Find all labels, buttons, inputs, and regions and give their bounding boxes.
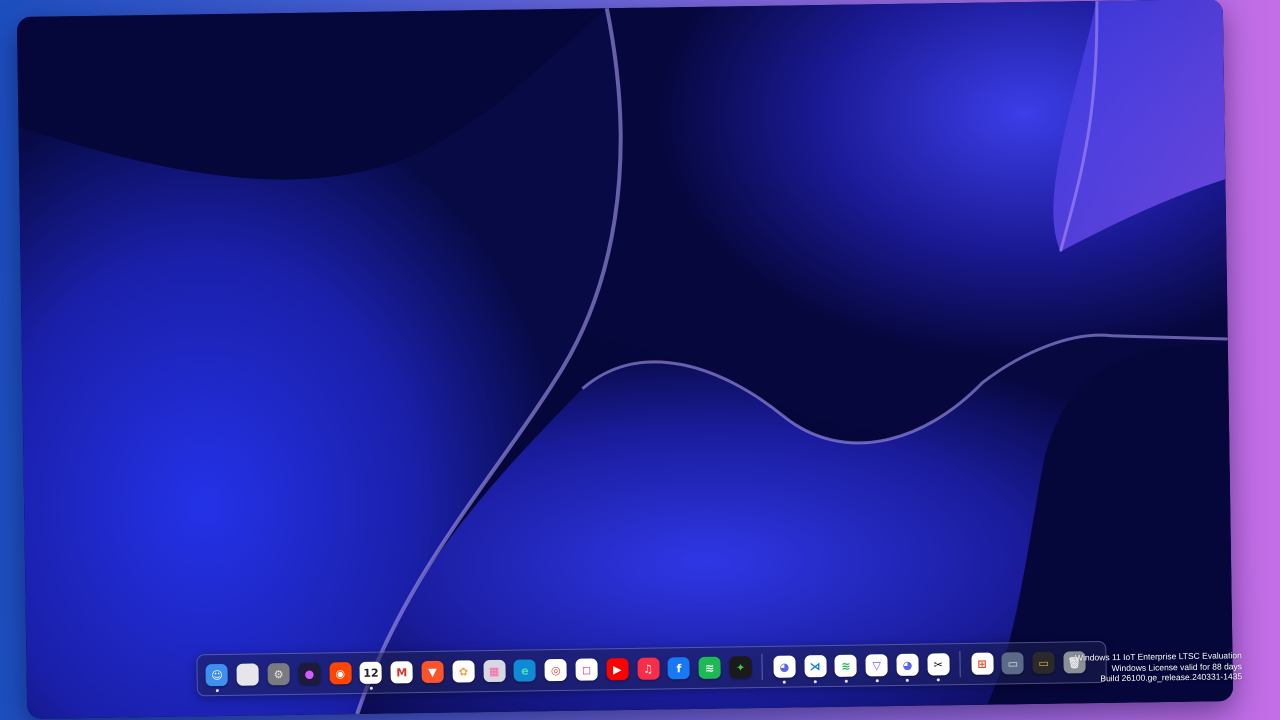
instagram-icon[interactable]: ◻ [575, 658, 598, 681]
discord-icon[interactable]: ◕ [896, 653, 919, 677]
dock-item[interactable]: ● [294, 653, 325, 693]
facebook-icon[interactable]: f [667, 657, 691, 680]
finder-icon[interactable]: ☺ [205, 663, 229, 687]
dock-item[interactable]: ◕ [769, 646, 800, 686]
dock-item[interactable]: ⊞ [966, 644, 997, 684]
dock-item[interactable]: ▼ [417, 652, 448, 692]
running-indicator [844, 679, 848, 683]
launchpad-icon[interactable] [236, 663, 259, 686]
desktop-screen: ☺ ⚙ ● ◉ 12 M ▼ ✿ ▦ e ◎ ◻ ▶ ♫ f ≋ ✦ ◕ ⋊ ≋ ▽ ◕ ✂ ⊞ ▭ ▭ 🗑 [16, 0, 1234, 719]
running-indicator [783, 680, 787, 684]
running-indicator [215, 689, 219, 693]
dock-item[interactable]: ▶ [602, 649, 633, 689]
siri-icon[interactable]: ● [298, 662, 321, 685]
dock-item[interactable]: ✦ [725, 647, 756, 687]
youtube-icon[interactable]: ▶ [606, 657, 629, 681]
dock-item[interactable]: ✿ [448, 651, 479, 691]
dock-item[interactable]: ◉ [325, 653, 356, 693]
dock-item[interactable]: ⋊ [799, 646, 830, 686]
dock-item[interactable]: M [386, 652, 417, 692]
running-indicator [369, 686, 373, 690]
dock-item[interactable]: ◕ [892, 645, 923, 685]
dock-item[interactable]: ≋ [694, 648, 725, 688]
running-indicator [936, 678, 941, 682]
calendar-icon[interactable]: 12 [359, 661, 383, 684]
dock-item[interactable]: ☺ [201, 655, 232, 695]
dock-item[interactable]: ⚙ [263, 654, 294, 694]
spotify-icon[interactable]: ≋ [834, 654, 858, 677]
dock-separator [959, 651, 961, 678]
music-icon[interactable]: ♫ [636, 657, 660, 680]
dock-item[interactable]: ◻ [571, 649, 602, 689]
dock-item[interactable] [232, 654, 263, 694]
xbox-icon[interactable]: ✦ [729, 656, 752, 679]
dock-item[interactable]: f [663, 648, 694, 688]
settings-gear-icon[interactable]: ⚙ [267, 663, 290, 686]
chrome-icon[interactable]: ◎ [544, 658, 567, 682]
windows-start-icon[interactable]: ⊞ [970, 652, 994, 675]
app-grid-icon[interactable]: ▦ [483, 659, 506, 683]
running-indicator [875, 679, 879, 683]
reddit-icon[interactable]: ◉ [329, 662, 352, 685]
dock-item[interactable]: ▦ [478, 651, 509, 691]
gmail-icon[interactable]: M [390, 661, 413, 684]
photos-icon[interactable]: ✿ [452, 660, 475, 683]
vscode-icon[interactable]: ⋊ [803, 655, 827, 678]
dock-separator [761, 653, 764, 681]
windows-evaluation-watermark: Windows 11 IoT Enterprise LTSC Evaluatio… [1002, 650, 1242, 685]
spotify-icon[interactable]: ≋ [698, 656, 721, 679]
edge-icon[interactable]: e [513, 659, 537, 682]
dock-item[interactable]: ▽ [861, 645, 892, 685]
discord-icon[interactable]: ◕ [773, 655, 796, 678]
capcut-icon[interactable]: ✂ [927, 653, 950, 676]
proton-vpn-icon[interactable]: ▽ [865, 654, 888, 677]
dock-item[interactable]: 12 [355, 653, 386, 693]
brave-icon[interactable]: ▼ [421, 660, 444, 684]
running-indicator [813, 680, 817, 684]
running-indicator [906, 678, 910, 682]
dock-item[interactable]: ♫ [632, 648, 663, 688]
dock-item[interactable]: ◎ [540, 650, 571, 690]
dock-item[interactable]: e [509, 650, 540, 690]
dock-item[interactable]: ✂ [923, 644, 954, 684]
dock-item[interactable]: ≋ [830, 646, 861, 686]
desktop-wallpaper [16, 0, 1234, 719]
